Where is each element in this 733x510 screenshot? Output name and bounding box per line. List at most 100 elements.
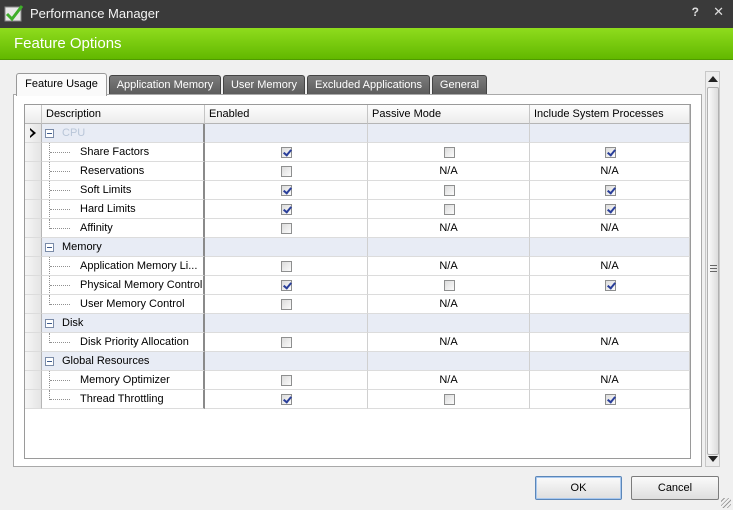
tab-general[interactable]: General	[432, 75, 487, 95]
table-row-disk-priority-allocation[interactable]: Disk Priority Allocation N/A N/A	[25, 333, 690, 352]
table-row-application-memory-limits[interactable]: Application Memory Li... N/A N/A	[25, 257, 690, 276]
enabled-checkbox[interactable]	[281, 147, 292, 158]
row-selector[interactable]	[25, 276, 42, 295]
system-checkbox[interactable]	[605, 280, 616, 291]
row-selector[interactable]	[25, 352, 42, 371]
scroll-down-icon[interactable]	[708, 456, 718, 462]
table-row-memory-optimizer[interactable]: Memory Optimizer N/A N/A	[25, 371, 690, 390]
vertical-scrollbar[interactable]	[705, 71, 720, 467]
help-icon[interactable]: ?	[692, 5, 699, 19]
enabled-checkbox[interactable]	[281, 337, 292, 348]
group-row-memory[interactable]: Memory	[25, 238, 690, 257]
table-row-hard-limits[interactable]: Hard Limits	[25, 200, 690, 219]
description-cell: User Memory Control	[42, 295, 205, 314]
system-cell: N/A	[530, 333, 690, 352]
group-cell[interactable]: CPU	[42, 124, 205, 143]
column-header-description[interactable]: Description	[42, 105, 205, 124]
group-row-disk[interactable]: Disk	[25, 314, 690, 333]
system-cell	[530, 276, 690, 295]
table-row-reservations[interactable]: Reservations N/A N/A	[25, 162, 690, 181]
feature-label: Thread Throttling	[80, 393, 164, 405]
collapse-icon[interactable]	[45, 243, 54, 252]
column-header-include-system-processes[interactable]: Include System Processes	[530, 105, 690, 124]
system-checkbox[interactable]	[605, 185, 616, 196]
passive-cell	[368, 143, 530, 162]
table-row-thread-throttling[interactable]: Thread Throttling	[25, 390, 690, 409]
enabled-checkbox[interactable]	[281, 223, 292, 234]
window-title: Performance Manager	[30, 6, 160, 21]
row-selector[interactable]	[25, 295, 42, 314]
passive-cell: N/A	[368, 162, 530, 181]
cancel-button[interactable]: Cancel	[631, 476, 719, 500]
tab-feature-usage[interactable]: Feature Usage	[16, 73, 107, 96]
passive-checkbox[interactable]	[444, 204, 455, 215]
enabled-checkbox[interactable]	[281, 261, 292, 272]
group-filler	[205, 352, 368, 371]
passive-checkbox[interactable]	[444, 394, 455, 405]
row-selector[interactable]	[25, 124, 42, 143]
row-selector[interactable]	[25, 390, 42, 409]
group-label-cpu: CPU	[62, 127, 86, 139]
row-selector[interactable]	[25, 162, 42, 181]
enabled-checkbox[interactable]	[281, 185, 292, 196]
passive-checkbox[interactable]	[444, 147, 455, 158]
group-filler	[205, 238, 368, 257]
group-row-global-resources[interactable]: Global Resources	[25, 352, 690, 371]
enabled-checkbox[interactable]	[281, 280, 292, 291]
collapse-icon[interactable]	[45, 319, 54, 328]
row-selector[interactable]	[25, 314, 42, 333]
enabled-checkbox[interactable]	[281, 375, 292, 386]
feature-label: Memory Optimizer	[80, 374, 170, 386]
enabled-checkbox[interactable]	[281, 204, 292, 215]
feature-label: Reservations	[80, 165, 145, 177]
row-selector[interactable]	[25, 333, 42, 352]
table-row-share-factors[interactable]: Share Factors	[25, 143, 690, 162]
row-selector[interactable]	[25, 200, 42, 219]
system-checkbox[interactable]	[605, 394, 616, 405]
row-selector[interactable]	[25, 181, 42, 200]
group-cell[interactable]: Global Resources	[42, 352, 205, 371]
enabled-checkbox[interactable]	[281, 299, 292, 310]
passive-checkbox[interactable]	[444, 280, 455, 291]
tab-application-memory[interactable]: Application Memory	[109, 75, 221, 95]
row-selector[interactable]	[25, 238, 42, 257]
feature-grid: Description Enabled Passive Mode Include…	[24, 104, 691, 459]
table-row-user-memory-control[interactable]: User Memory Control N/A	[25, 295, 690, 314]
group-cell[interactable]: Memory	[42, 238, 205, 257]
group-row-cpu[interactable]: CPU	[25, 124, 690, 143]
scroll-up-icon[interactable]	[708, 76, 718, 82]
resize-grip-icon[interactable]	[721, 498, 731, 508]
feature-label: Affinity	[80, 222, 113, 234]
row-selector[interactable]	[25, 143, 42, 162]
enabled-checkbox[interactable]	[281, 166, 292, 177]
collapse-icon[interactable]	[45, 357, 54, 366]
passive-checkbox[interactable]	[444, 185, 455, 196]
ok-button[interactable]: OK	[535, 476, 622, 500]
enabled-checkbox[interactable]	[281, 394, 292, 405]
row-selector[interactable]	[25, 257, 42, 276]
description-cell: Affinity	[42, 219, 205, 238]
system-checkbox[interactable]	[605, 204, 616, 215]
column-header-passive-mode[interactable]: Passive Mode	[368, 105, 530, 124]
table-row-soft-limits[interactable]: Soft Limits	[25, 181, 690, 200]
tab-excluded-applications[interactable]: Excluded Applications	[307, 75, 430, 95]
column-header-enabled[interactable]: Enabled	[205, 105, 368, 124]
close-icon[interactable]: ✕	[713, 4, 724, 20]
group-filler	[530, 124, 690, 143]
passive-value: N/A	[439, 222, 458, 234]
tab-user-memory[interactable]: User Memory	[223, 75, 305, 95]
collapse-icon[interactable]	[45, 129, 54, 138]
system-checkbox[interactable]	[605, 147, 616, 158]
row-selector[interactable]	[25, 219, 42, 238]
description-cell: Disk Priority Allocation	[42, 333, 205, 352]
table-row-affinity[interactable]: Affinity N/A N/A	[25, 219, 690, 238]
group-filler	[368, 352, 530, 371]
row-selector[interactable]	[25, 371, 42, 390]
group-cell[interactable]: Disk	[42, 314, 205, 333]
table-row-physical-memory-control[interactable]: Physical Memory Control	[25, 276, 690, 295]
passive-value: N/A	[439, 260, 458, 272]
scroll-thumb[interactable]	[707, 87, 719, 455]
feature-label: User Memory Control	[80, 298, 185, 310]
feature-label: Application Memory Li...	[80, 260, 198, 272]
enabled-cell	[205, 200, 368, 219]
